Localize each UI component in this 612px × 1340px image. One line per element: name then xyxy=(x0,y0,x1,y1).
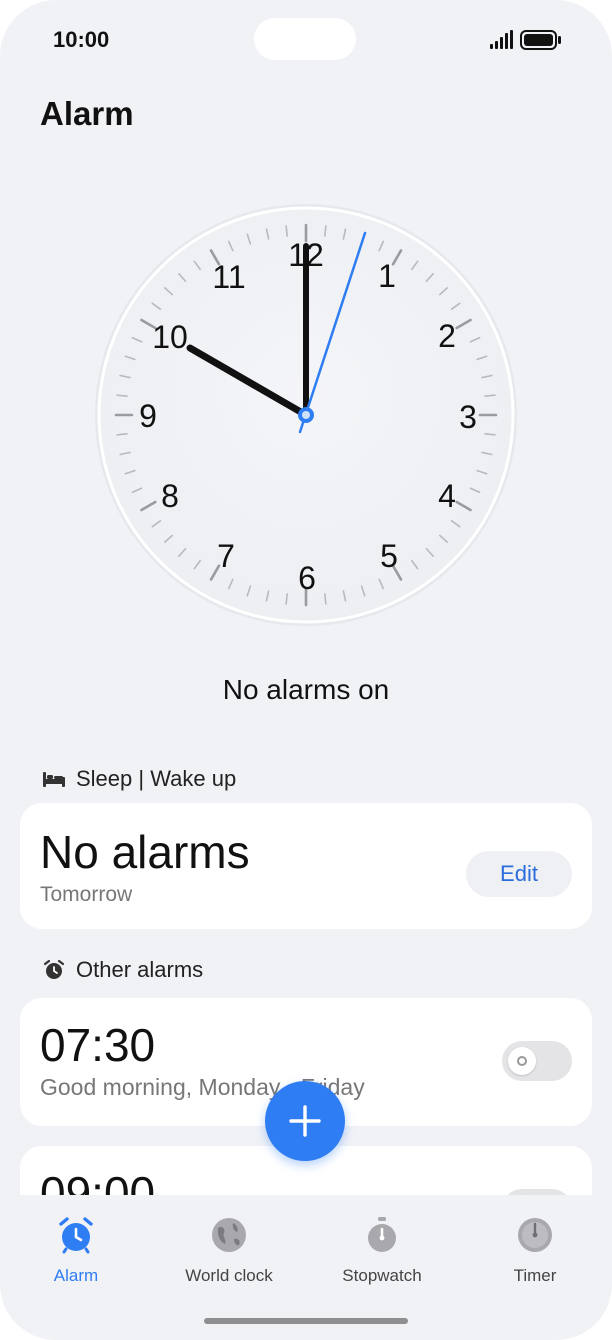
alarm-clock-icon xyxy=(43,959,65,979)
nav-tab-timer[interactable]: Timer xyxy=(465,1215,605,1286)
clock-number-10: 10 xyxy=(152,319,188,355)
minute-tick xyxy=(285,225,288,237)
clock-number-12: 12 xyxy=(288,237,324,273)
clock-number-2: 2 xyxy=(438,318,456,354)
nav-label: Timer xyxy=(513,1266,557,1285)
battery-icon xyxy=(520,30,561,50)
sleep-card-subtitle: Tomorrow xyxy=(40,883,133,906)
minute-tick xyxy=(484,433,496,436)
status-time: 10:00 xyxy=(53,27,110,52)
dynamic-island xyxy=(254,18,356,60)
clock-number-1: 1 xyxy=(378,258,396,294)
clock-number-3: 3 xyxy=(459,399,477,435)
clock-number-8: 8 xyxy=(161,478,179,514)
minute-tick xyxy=(116,394,128,397)
plus-icon xyxy=(289,1105,321,1137)
edit-button[interactable]: Edit xyxy=(466,851,572,897)
sleep-card[interactable]: No alarms Tomorrow Edit xyxy=(20,803,592,929)
nav-tab-stopwatch[interactable]: Stopwatch xyxy=(312,1215,452,1286)
clock-number-9: 9 xyxy=(139,398,157,434)
bed-icon xyxy=(43,772,65,787)
nav-label: World clock xyxy=(185,1266,273,1285)
clock-number-4: 4 xyxy=(438,478,456,514)
nav-label: Stopwatch xyxy=(342,1266,422,1285)
page-title: Alarm xyxy=(40,95,134,132)
nav-tab-world-clock[interactable]: World clock xyxy=(159,1215,299,1286)
phone-screen: 10:00 Alarm 12 1 2 3 4 5 6 7 8 9 10 11 N… xyxy=(0,0,612,1340)
minute-tick xyxy=(116,433,128,436)
stopwatch-icon xyxy=(368,1217,396,1252)
signal-icon xyxy=(490,30,513,49)
alarm-clock-icon xyxy=(59,1217,93,1254)
add-alarm-button[interactable] xyxy=(265,1081,345,1161)
toggle-knob xyxy=(508,1047,536,1075)
alarm-toggle[interactable] xyxy=(502,1041,572,1081)
minute-tick xyxy=(484,394,496,397)
sleep-section-header: Sleep | Wake up xyxy=(42,766,236,792)
timer-icon xyxy=(518,1218,552,1252)
clock-number-6: 6 xyxy=(298,560,316,596)
alarm-summary: No alarms on xyxy=(222,674,390,705)
status-bar: 10:00 xyxy=(0,0,612,80)
clock-number-7: 7 xyxy=(217,538,235,574)
clock-number-11: 11 xyxy=(212,259,246,295)
home-indicator[interactable] xyxy=(204,1318,408,1324)
minute-tick xyxy=(324,593,327,605)
nav-tab-alarm[interactable]: Alarm xyxy=(6,1215,146,1286)
alarm-time: 07:30 xyxy=(40,1019,156,1071)
minute-tick xyxy=(324,225,327,237)
sleep-card-title: No alarms xyxy=(40,826,250,878)
other-alarms-title: Other alarms xyxy=(76,957,204,982)
clock-number-5: 5 xyxy=(380,538,398,574)
globe-icon xyxy=(212,1218,246,1252)
minute-tick xyxy=(285,593,288,605)
other-alarms-header: Other alarms xyxy=(42,957,203,983)
analog-clock: 12 1 2 3 4 5 6 7 8 9 10 11 xyxy=(93,202,519,628)
nav-label: Alarm xyxy=(53,1266,99,1285)
sleep-section-title: Sleep | Wake up xyxy=(76,766,237,791)
